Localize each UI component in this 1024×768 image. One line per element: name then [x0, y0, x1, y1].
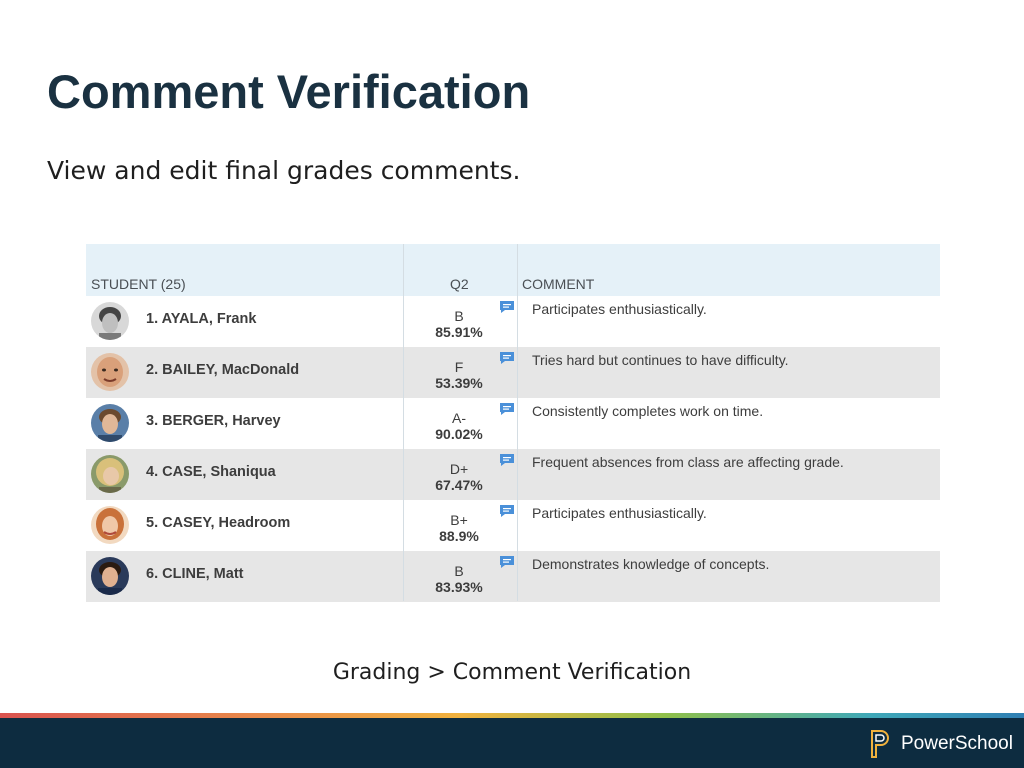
grade-percent: 90.02% [435, 426, 483, 442]
comment-icon[interactable] [499, 300, 515, 314]
grade-letter: F [454, 359, 464, 375]
powerschool-brand-text: PowerSchool [901, 733, 1013, 754]
student-name[interactable]: 6. CLINE, Matt [146, 566, 243, 582]
grade-letter: D+ [449, 461, 469, 477]
grade-letter: B [454, 308, 464, 324]
avatar [91, 455, 129, 493]
comment-icon[interactable] [499, 555, 515, 569]
grade-percent: 53.39% [435, 375, 483, 391]
table-row: 5. CASEY, Headroom B+ 88.9% Participates… [86, 500, 940, 551]
table-row: 1. AYALA, Frank B 85.91% Participates en… [86, 296, 940, 347]
comment-text[interactable]: Participates enthusiastically. [532, 505, 707, 521]
breadcrumb: Grading > Comment Verification [332, 660, 692, 685]
column-header-student[interactable]: STUDENT (25) [91, 276, 186, 292]
student-name[interactable]: 4. CASE, Shaniqua [146, 464, 276, 480]
avatar [91, 302, 129, 340]
student-name[interactable]: 1. AYALA, Frank [146, 311, 256, 327]
comment-icon[interactable] [499, 402, 515, 416]
table-header: STUDENT (25) Q2 COMMENT [86, 244, 940, 296]
grade-percent: 85.91% [435, 324, 483, 340]
page-title: Comment Verification [47, 65, 531, 118]
table-row: 6. CLINE, Matt B 83.93% Demonstrates kno… [86, 551, 940, 602]
comment-text[interactable]: Tries hard but continues to have difficu… [532, 352, 789, 368]
student-name[interactable]: 2. BAILEY, MacDonald [146, 362, 299, 378]
comment-icon[interactable] [499, 351, 515, 365]
student-name[interactable]: 5. CASEY, Headroom [146, 515, 290, 531]
avatar [91, 404, 129, 442]
powerschool-logo-icon [871, 730, 889, 758]
column-header-term[interactable]: Q2 [450, 276, 469, 292]
comment-verification-table: STUDENT (25) Q2 COMMENT 1. AYALA, Frank … [86, 244, 940, 602]
comment-text[interactable]: Demonstrates knowledge of concepts. [532, 556, 769, 572]
column-divider [517, 244, 518, 601]
avatar [91, 506, 129, 544]
avatar [91, 353, 129, 391]
comment-text[interactable]: Consistently completes work on time. [532, 403, 763, 419]
comment-text[interactable]: Frequent absences from class are affecti… [532, 454, 844, 470]
comment-text[interactable]: Participates enthusiastically. [532, 301, 707, 317]
grade-letter: B [454, 563, 464, 579]
avatar [91, 557, 129, 595]
table-row: 2. BAILEY, MacDonald F 53.39% Tries hard… [86, 347, 940, 398]
table-row: 3. BERGER, Harvey A- 90.02% Consistently… [86, 398, 940, 449]
grade-percent: 83.93% [435, 579, 483, 595]
page-subtitle: View and edit final grades comments. [47, 156, 521, 185]
table-row: 4. CASE, Shaniqua D+ 67.47% Frequent abs… [86, 449, 940, 500]
comment-icon[interactable] [499, 504, 515, 518]
comment-icon[interactable] [499, 453, 515, 467]
grade-percent: 67.47% [435, 477, 483, 493]
grade-letter: A- [452, 410, 466, 426]
column-divider [403, 244, 404, 601]
column-header-comment: COMMENT [522, 276, 595, 292]
grade-letter: B+ [450, 512, 468, 528]
grade-percent: 88.9% [439, 528, 479, 544]
student-name[interactable]: 3. BERGER, Harvey [146, 413, 281, 429]
